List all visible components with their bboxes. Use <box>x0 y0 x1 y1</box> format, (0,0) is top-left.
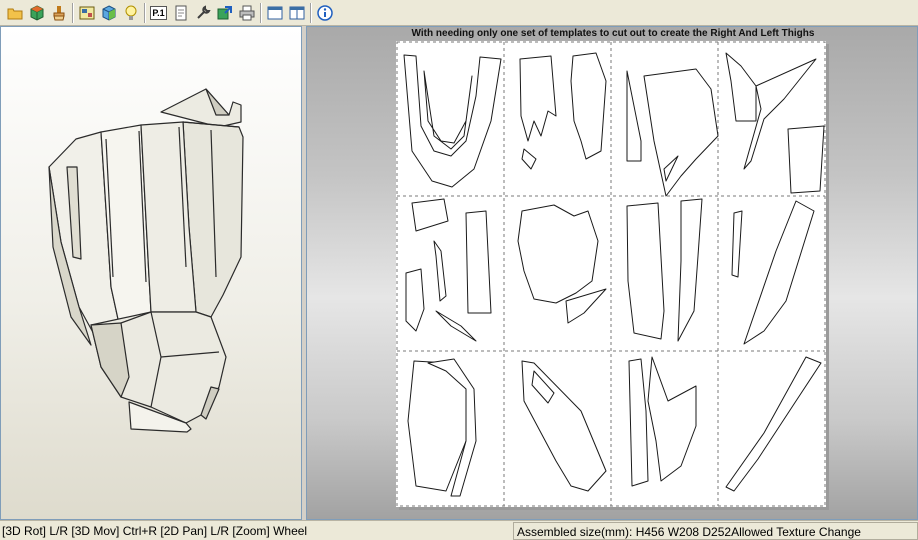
2d-view-button[interactable] <box>76 2 97 24</box>
split-window-button[interactable] <box>286 2 307 24</box>
light-button[interactable] <box>120 2 141 24</box>
controls-hint: [3D Rot] L/R [3D Mov] Ctrl+R [2D Pan] L/… <box>2 524 308 538</box>
status-bar: [3D Rot] L/R [3D Mov] Ctrl+R [2D Pan] L/… <box>0 520 918 540</box>
texture-cube-icon <box>102 4 115 21</box>
export-icon <box>217 5 232 19</box>
light-bulb-icon <box>125 5 136 20</box>
toolbar-separator <box>72 2 74 23</box>
print-page <box>396 41 826 507</box>
settings-button[interactable] <box>192 2 213 24</box>
2d-layout-pane[interactable]: With needing only one set of templates t… <box>306 26 918 520</box>
page-title: With needing only one set of templates t… <box>411 28 815 39</box>
toolbar-separator <box>310 2 312 23</box>
print-icon <box>239 5 254 20</box>
3d-view-button[interactable] <box>26 2 47 24</box>
texture-button[interactable] <box>98 2 119 24</box>
window-split-icon <box>289 6 304 19</box>
open-button[interactable] <box>4 2 25 24</box>
export-button[interactable] <box>214 2 235 24</box>
open-icon <box>7 8 22 19</box>
print-button[interactable] <box>236 2 257 24</box>
page-number-button[interactable]: P.1 <box>148 2 169 24</box>
page-setup-icon <box>175 5 186 20</box>
assembled-size-readout: Assembled size(mm): H456 W208 D252Allowe… <box>513 522 918 540</box>
window-single-icon <box>267 6 282 19</box>
2d-view-icon <box>79 6 94 19</box>
toolbar-separator <box>260 2 262 23</box>
glue-brush-icon <box>52 5 65 20</box>
single-window-button[interactable] <box>264 2 285 24</box>
3d-model-thigh-armor <box>48 88 244 433</box>
toolbar-separator <box>144 2 146 23</box>
page-number-icon: P.1 <box>150 5 167 20</box>
3d-view-pane[interactable] <box>0 26 302 520</box>
info-icon <box>316 4 333 21</box>
wrench-icon <box>196 4 211 19</box>
glue-brush-button[interactable] <box>48 2 69 24</box>
page-setup-button[interactable] <box>170 2 191 24</box>
about-button[interactable] <box>314 2 335 24</box>
toolbar: P.1 <box>0 0 918 26</box>
template-sheet <box>396 41 826 507</box>
3d-view-icon <box>30 4 43 21</box>
